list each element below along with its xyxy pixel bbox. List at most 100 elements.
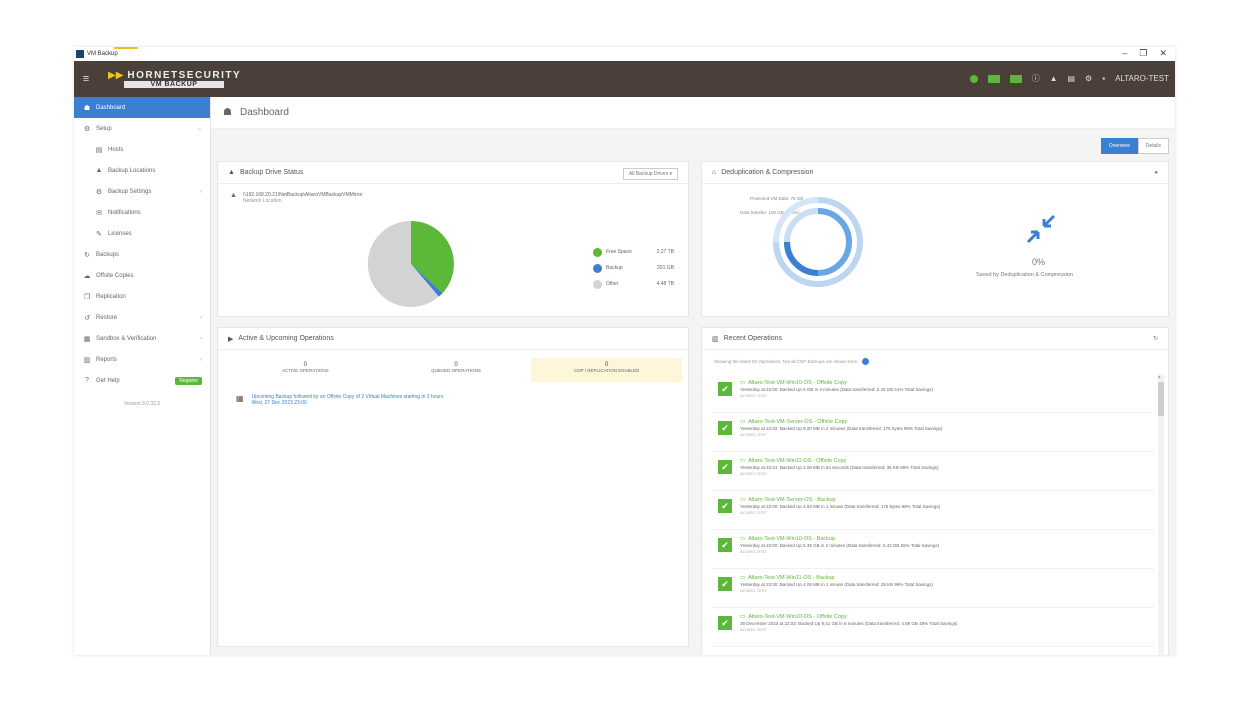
operation-user: ALTARO-TEST [740, 393, 767, 398]
list-item[interactable]: ✔ ▭ Altaro-Test-VM-Win11-OS - Offsite Cop… [712, 452, 1154, 491]
dashboard-icon: ☗ [223, 107, 232, 118]
backup-drive-card: ▲ Backup Drive Status All Backup Drives … [217, 161, 689, 317]
operation-desc: Yesterday at 22:00: Backed Up 4.08 MB in… [740, 582, 933, 587]
sidebar-item-label: Sandbox & Verification [96, 335, 157, 342]
card-title: Backup Drive Status [239, 169, 304, 176]
operation-user: ALTARO-TEST [740, 510, 767, 515]
user-icon[interactable]: ▪ [1102, 74, 1105, 83]
maximize-button[interactable]: ❐ [1139, 48, 1147, 59]
menu-toggle-icon[interactable]: ≡ [74, 73, 98, 85]
list-item[interactable]: ✔ ▭ Altaro-Test-VM-Win10-OS - Offsite Cop… [712, 608, 1154, 647]
sidebar-item-label: Setup [96, 125, 112, 132]
log-icon[interactable]: ▤ [1067, 74, 1075, 83]
operation-title[interactable]: Altaro-Test-VM-Win11-OS - Offsite Copy [748, 458, 846, 464]
operation-title[interactable]: Altaro-Test-VM-Win11-OS - Backup [748, 575, 834, 581]
status-icon[interactable] [987, 74, 1000, 83]
warning-icon[interactable]: ▲ [1050, 74, 1058, 83]
cdp-replication[interactable]: 0 CDP / REPLICATION ENABLED [531, 358, 683, 382]
scrollbar-thumb[interactable] [1158, 382, 1164, 416]
operation-desc: Yesterday at 22:00: Backed Up 5 GB in 4 … [740, 387, 933, 392]
sidebar-item-restore[interactable]: ↺ Restore › [74, 307, 210, 328]
upcoming-operation[interactable]: ▦ Upcoming Backup followed by an Offsite… [236, 394, 443, 406]
legend-dot [593, 263, 602, 273]
sidebar-item-hosts[interactable]: ▤ Hosts [74, 139, 210, 160]
queued-operations[interactable]: 0 QUEUED OPERATIONS [381, 358, 532, 382]
view-toggle: Overview Details [1100, 138, 1169, 154]
sidebar-item-label: Backup Settings [108, 188, 152, 195]
replication-icon: ❐ [83, 293, 91, 301]
chat-icon[interactable] [969, 74, 978, 83]
minimize-button[interactable]: – [1122, 48, 1127, 59]
sidebar-item-offsite-copies[interactable]: ☁ Offsite Copies [74, 265, 210, 286]
legend-dot [593, 247, 602, 257]
user-name[interactable]: ALTARO-TEST [1115, 74, 1169, 83]
header-toolbar: ⓘ ▲ ▤ ⚙ ▪ ALTARO-TEST [969, 73, 1169, 84]
overview-button[interactable]: Overview [1100, 138, 1138, 154]
list-item[interactable]: ✔ ▭ Altaro-Test-VM-Server-OS - Offsite Co… [712, 413, 1154, 452]
sidebar-item-dashboard[interactable]: ☗ Dashboard [74, 97, 210, 118]
active-operations[interactable]: 0 ACTIVE OPERATIONS [230, 358, 381, 382]
card-menu-icon[interactable]: ● [1154, 170, 1158, 176]
product-name: VM BACKUP [124, 81, 224, 88]
operation-desc: 26 December 2023 at 22:03: Backed Up 9.4… [740, 621, 958, 626]
list-item[interactable]: ✔ ▭ Altaro-Test-VM-Win10-OS - Backup Yest… [712, 530, 1154, 569]
sidebar-item-licenses[interactable]: ✎ Licenses [74, 223, 210, 244]
details-button[interactable]: Details [1137, 138, 1169, 154]
operation-title[interactable]: Altaro-Test-VM-Win10-OS - Offsite Copy [748, 614, 847, 620]
sidebar-item-help[interactable]: ? Get Help Register [74, 370, 210, 391]
dashboard-icon: ☗ [83, 104, 91, 112]
scroll-up-icon[interactable]: ▴ [1158, 374, 1161, 380]
page-header: ☗ Dashboard [211, 97, 1175, 129]
upcoming-date: Wed, 27 Dec 2023 23:00 [251, 400, 307, 406]
backup-location: ▲ \\192.168.20.21\NetBackup\AltaroVMBack… [230, 192, 363, 204]
sidebar-item-label: Restore [96, 314, 118, 321]
sidebar-item-backup-settings[interactable]: ⚙ Backup Settings › [74, 181, 210, 202]
list-item[interactable]: ✔ ▭ Altaro-Test-VM-Win10-OS - Offsite Cop… [712, 374, 1154, 413]
sidebar-item-setup[interactable]: ⚙ Setup ⌄ [74, 118, 210, 139]
list-item[interactable]: ✔ ▭ Altaro-Test-VM-Win11-OS - Backup Yest… [712, 569, 1154, 608]
sidebar-item-replication[interactable]: ❐ Replication [74, 286, 210, 307]
operation-title[interactable]: Altaro-Test-VM-Server-OS - Backup [748, 497, 835, 503]
chevron-right-icon: › [200, 335, 202, 342]
operations-counters: 0 ACTIVE OPERATIONS 0 QUEUED OPERATIONS … [230, 358, 683, 382]
sidebar-item-sandbox[interactable]: ▦ Sandbox & Verification › [74, 328, 210, 349]
monitor-icon: ▭ [740, 380, 746, 386]
close-button[interactable]: ✕ [1159, 48, 1167, 59]
refresh-icon[interactable]: ↻ [1153, 335, 1158, 342]
register-badge[interactable]: Register [175, 376, 202, 385]
app-header: ≡ ▶▶ HORNETSECURITY VM BACKUP ⓘ ▲ ▤ ⚙ ▪ … [74, 61, 1175, 97]
network-drive-icon: ▲ [230, 192, 237, 199]
list-item[interactable]: ✔ ▭ Altaro-Test-VM-Server-OS - Backup Yes… [712, 491, 1154, 530]
main-content: ☗ Dashboard Overview Details ▲ Backup Dr… [211, 97, 1175, 655]
restore-icon: ↺ [84, 314, 90, 322]
info-icon[interactable] [862, 358, 870, 365]
window-controls: – ❐ ✕ [1122, 48, 1167, 59]
legend-item: Backup 201 GB [593, 260, 674, 276]
mouse-cursor-icon [1129, 185, 1139, 197]
operation-title[interactable]: Altaro-Test-VM-Server-OS - Offsite Copy [748, 419, 847, 425]
settings-icon[interactable]: ⚙ [1085, 74, 1092, 83]
dedup-icon: ⌂ [712, 169, 717, 176]
operations-card: ▶ Active & Upcoming Operations 0 ACTIVE … [217, 327, 689, 647]
dedup-card: ⌂ Deduplication & Compression ● Protecte… [701, 161, 1169, 317]
recent-scrollbar[interactable]: ▴ ▾ [1158, 374, 1164, 655]
backup-drive-dropdown[interactable]: All Backup Drives ▾ [622, 168, 678, 180]
sidebar-item-label: Reports [96, 356, 118, 363]
check-icon: ✔ [718, 577, 732, 591]
info-icon[interactable]: ⓘ [1032, 73, 1040, 84]
legend-item: Free Space 2.27 TB [593, 244, 674, 260]
sidebar-item-backups[interactable]: ↻ Backups [74, 244, 210, 265]
sidebar-item-reports[interactable]: ▥ Reports › [74, 349, 210, 370]
console-icon[interactable] [1009, 74, 1022, 83]
drive-pie-chart [367, 220, 454, 307]
check-icon: ✔ [718, 460, 732, 474]
operation-title[interactable]: Altaro-Test-VM-Win10-OS - Offsite Copy [748, 380, 847, 386]
check-icon: ✔ [718, 538, 732, 552]
sidebar-item-backup-locations[interactable]: ▲ Backup Locations [74, 160, 210, 181]
card-title: Active & Upcoming Operations [238, 335, 334, 342]
sidebar-item-notifications[interactable]: ✉ Notifications [74, 202, 210, 223]
operation-title[interactable]: Altaro-Test-VM-Win10-OS - Backup [748, 536, 835, 542]
recent-icon: ▥ [712, 335, 719, 343]
operation-desc: Yesterday at 22:00: Backed Up 5.39 GB in… [740, 543, 940, 548]
hosts-icon: ▤ [95, 146, 103, 154]
